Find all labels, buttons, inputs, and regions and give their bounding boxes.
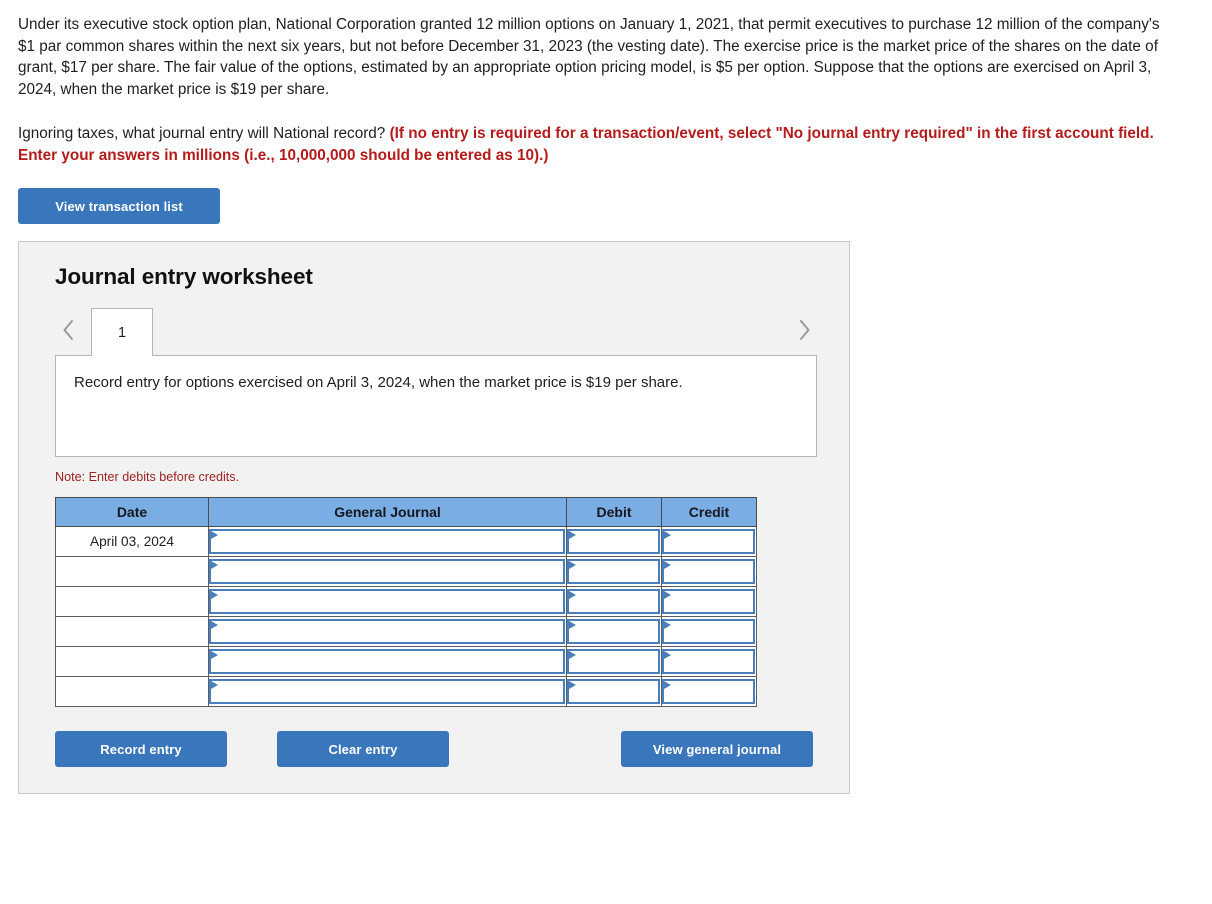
table-row [55,616,757,648]
credit-input[interactable] [662,649,755,675]
date-cell: April 03, 2024 [55,526,209,558]
chevron-right-icon[interactable] [791,304,817,356]
debit-cell [566,676,662,708]
debit-cell [566,616,662,648]
problem-paragraph-1: Under its executive stock option plan, N… [18,16,1160,99]
credit-input[interactable] [662,589,755,615]
date-cell [55,616,209,648]
account-select[interactable] [209,529,565,555]
record-entry-button[interactable]: Record entry [55,731,227,768]
debits-before-credits-note: Note: Enter debits before credits. [55,470,240,485]
account-select[interactable] [209,679,565,705]
account-select[interactable] [209,649,565,675]
credit-cell [661,616,757,648]
column-header-date: Date [55,497,209,528]
table-row [55,556,757,588]
credit-input[interactable] [662,679,755,705]
general-journal-cell [208,616,567,648]
view-transaction-list-button[interactable]: View transaction list [18,188,220,225]
credit-input[interactable] [662,529,755,555]
credit-cell [661,586,757,618]
clear-entry-button[interactable]: Clear entry [277,731,449,768]
page-root: Under its executive stock option plan, N… [0,0,1212,904]
problem-statement: Under its executive stock option plan, N… [18,14,1178,166]
debit-cell [566,586,662,618]
journal-entry-worksheet-panel: Journal entry worksheet 1 Record entry f… [18,241,850,795]
debit-cell [566,556,662,588]
general-journal-cell [208,646,567,678]
general-journal-cell [208,526,567,558]
column-header-credit: Credit [661,497,757,528]
account-select[interactable] [209,559,565,585]
credit-cell [661,676,757,708]
chevron-left-icon[interactable] [55,304,81,356]
general-journal-cell [208,676,567,708]
credit-cell [661,646,757,678]
worksheet-instruction-box: Record entry for options exercised on Ap… [55,355,817,458]
debit-input[interactable] [567,619,660,645]
table-row [55,586,757,618]
worksheet-tabs-row: 1 [55,304,817,357]
debit-input[interactable] [567,559,660,585]
debit-input[interactable] [567,529,660,555]
date-cell [55,646,209,678]
table-row [55,676,757,708]
date-cell [55,586,209,618]
debit-cell [566,526,662,558]
worksheet-instruction-text: Record entry for options exercised on Ap… [74,374,683,392]
debit-cell [566,646,662,678]
general-journal-cell [208,556,567,588]
credit-input[interactable] [662,559,755,585]
debit-input[interactable] [567,649,660,675]
worksheet-footer-buttons: Record entry Clear entry View general jo… [55,731,813,768]
journal-entry-table: Date General Journal Debit Credit April … [55,497,757,708]
journal-table-header-row: Date General Journal Debit Credit [55,497,757,528]
date-cell [55,556,209,588]
debit-input[interactable] [567,589,660,615]
general-journal-cell [208,586,567,618]
question-text: Ignoring taxes, what journal entry will … [18,124,390,142]
credit-cell [661,556,757,588]
table-row: April 03, 2024 [55,526,757,558]
worksheet-tab-label: 1 [117,324,127,341]
column-header-general-journal: General Journal [208,497,567,528]
table-row [55,646,757,678]
worksheet-tab-1[interactable]: 1 [91,308,153,357]
worksheet-title: Journal entry worksheet [55,264,313,290]
debit-input[interactable] [567,679,660,705]
view-general-journal-button[interactable]: View general journal [621,731,813,768]
credit-input[interactable] [662,619,755,645]
column-header-debit: Debit [566,497,662,528]
account-select[interactable] [209,619,565,645]
problem-paragraph-2: Ignoring taxes, what journal entry will … [18,123,1178,166]
credit-cell [661,526,757,558]
account-select[interactable] [209,589,565,615]
date-cell [55,676,209,708]
